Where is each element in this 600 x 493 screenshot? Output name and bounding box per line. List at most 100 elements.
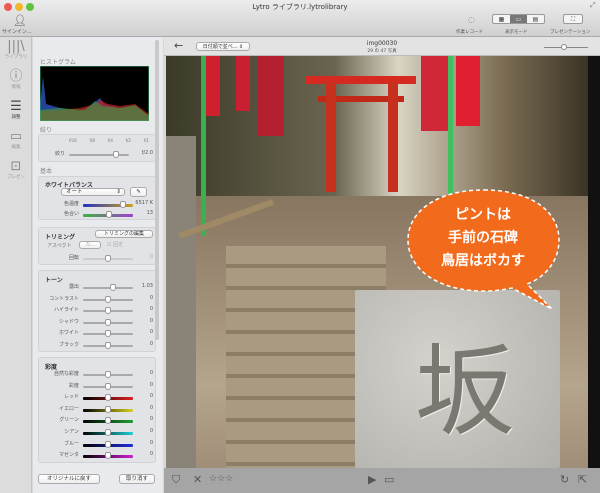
slider-thumb[interactable] (105, 417, 111, 425)
rating-stars[interactable]: ☆☆☆ (209, 474, 233, 484)
title-bar: Lytro ライブラリ.lytrolibrary ⤢ 👤︎ サインイン... ◌… (0, 0, 600, 37)
slider-value: 0 (149, 317, 153, 324)
slider-thumb[interactable] (105, 318, 111, 326)
filmstrip-view-icon[interactable]: ▤ (527, 15, 544, 23)
slider-thumb[interactable] (105, 440, 111, 448)
slider-value: 0 (149, 404, 153, 411)
slider-label: マゼンタ (58, 452, 79, 459)
slider-track[interactable] (83, 371, 133, 378)
slideshow-icon[interactable]: ▭ (384, 473, 394, 486)
slider-row[interactable]: マゼンタ 0 (39, 451, 157, 460)
slider-row[interactable]: レッド 0 (39, 393, 157, 402)
slider-thumb[interactable] (105, 341, 111, 349)
slider-track[interactable] (83, 382, 133, 390)
wb-preset-select[interactable]: オート ⇕ (61, 188, 125, 196)
window-title: Lytro ライブラリ.lytrolibrary (252, 3, 348, 11)
tint-thumb[interactable] (106, 211, 112, 218)
share-icon[interactable]: ⇱ (578, 473, 587, 486)
carved-character: 坂 (415, 333, 515, 450)
banner (236, 56, 250, 111)
slider-thumb[interactable] (105, 307, 111, 314)
rotate-thumb[interactable] (105, 255, 111, 262)
slider-track[interactable] (83, 295, 133, 303)
aperture-slider[interactable]: 絞り f/2.0 (39, 150, 157, 159)
slider-thumb[interactable] (105, 405, 111, 413)
slider-thumb[interactable] (110, 284, 116, 291)
aperture-track[interactable] (69, 151, 129, 158)
fullscreen-icon[interactable]: ⤢ (590, 1, 596, 10)
zoom-thumb[interactable] (560, 44, 567, 50)
rotate-slider[interactable]: 回転 0 (39, 254, 157, 263)
slider-row[interactable]: シアン 0 (39, 428, 157, 437)
play-icon[interactable]: ▶ (368, 473, 376, 486)
tint-slider[interactable]: 色合い 13 (39, 210, 157, 219)
eyedropper-button[interactable]: ✎ (130, 187, 147, 197)
slider-row[interactable]: コントラスト 0 (39, 295, 157, 304)
user-icon[interactable]: 👤︎ (8, 14, 32, 27)
slider-thumb[interactable] (105, 295, 111, 303)
photo-filename: img00030 (366, 40, 398, 47)
color-temp-slider[interactable]: 色温度 6517 K (39, 200, 157, 209)
slider-track[interactable] (83, 341, 133, 349)
slider-row[interactable]: 露出 1.03 (39, 283, 157, 292)
presentation-button[interactable]: ⛶ (563, 14, 583, 24)
banner (206, 56, 220, 116)
edit-crop-button[interactable]: トリミングの編集 (95, 230, 153, 238)
color-temp-thumb[interactable] (120, 201, 126, 208)
slider-thumb[interactable] (105, 330, 111, 337)
slider-row[interactable]: 彩度 0 (39, 382, 157, 391)
edit-icon: ▭ (9, 129, 23, 144)
slider-row[interactable]: ホワイト 0 (39, 329, 157, 338)
cancel-button[interactable]: 取り消す (119, 474, 155, 484)
slider-thumb[interactable] (105, 429, 111, 436)
slider-thumb[interactable] (105, 394, 111, 402)
slider-track[interactable] (83, 394, 133, 402)
slider-value: 1.03 (141, 283, 153, 289)
slider-row[interactable]: 自然な彩度 0 (39, 370, 157, 379)
slider-track[interactable] (83, 417, 133, 425)
slider-row[interactable]: シャドウ 0 (39, 318, 157, 327)
rail-adjust[interactable]: ☰ 調整 (0, 99, 32, 120)
photo-view[interactable]: 坂 ピントは 手前の石碑 鳥居はボカす (166, 56, 588, 468)
panel-scrollbar[interactable] (155, 40, 159, 340)
rail-present[interactable]: ⊡ プレゼン (0, 159, 32, 180)
slider-track[interactable] (83, 452, 133, 460)
slider-row[interactable]: イエロー 0 (39, 405, 157, 414)
reject-icon[interactable]: ✕ (193, 473, 202, 486)
slider-track[interactable] (83, 307, 133, 314)
zoom-slider[interactable] (544, 44, 588, 50)
slider-row[interactable]: ハイライト 0 (39, 306, 157, 315)
slider-track[interactable] (83, 405, 133, 413)
slider-label: レッド (63, 394, 79, 401)
signin-button[interactable]: サインイン... (2, 28, 32, 35)
slider-thumb[interactable] (105, 452, 111, 460)
slider-track[interactable] (83, 429, 133, 436)
slider-track[interactable] (83, 284, 133, 291)
single-view-icon[interactable]: ▭ (510, 15, 527, 23)
aperture-thumb[interactable] (112, 151, 119, 158)
lock-aspect-checkbox[interactable]: ☑ 固定 (107, 241, 123, 248)
slider-thumb[interactable] (105, 382, 111, 390)
slider-label: 彩度 (68, 382, 79, 389)
aspect-select[interactable]: カ... (79, 241, 101, 249)
slider-label: シアン (64, 429, 79, 435)
slider-thumb[interactable] (105, 371, 111, 378)
rail-edit[interactable]: ▭ 編集 (0, 129, 32, 150)
rail-library[interactable]: |||\ ライブラリ (0, 39, 32, 60)
flag-icon[interactable]: ⛉ (172, 473, 180, 487)
slider-track[interactable] (83, 330, 133, 337)
slider-track[interactable] (83, 318, 133, 326)
photo-counter: 29 の 47 写真 (367, 49, 397, 54)
slider-row[interactable]: ブラック 0 (39, 341, 157, 350)
slider-row[interactable]: ブルー 0 (39, 440, 157, 449)
view-mode-segmented[interactable]: ▦ ▭ ▤ (492, 14, 545, 24)
rail-info[interactable]: ⓘ 情報 (0, 69, 32, 90)
slider-row[interactable]: グリーン 0 (39, 416, 157, 425)
revert-original-button[interactable]: オリジナルに戻す (38, 474, 100, 484)
slider-track[interactable] (83, 440, 133, 448)
work-record-icon[interactable]: ◌ (468, 15, 475, 24)
refresh-icon[interactable]: ↻ (560, 473, 569, 486)
grid-view-icon[interactable]: ▦ (493, 15, 510, 23)
eyedropper-icon: ✎ (136, 189, 141, 195)
slider-label: グリーン (59, 417, 79, 424)
